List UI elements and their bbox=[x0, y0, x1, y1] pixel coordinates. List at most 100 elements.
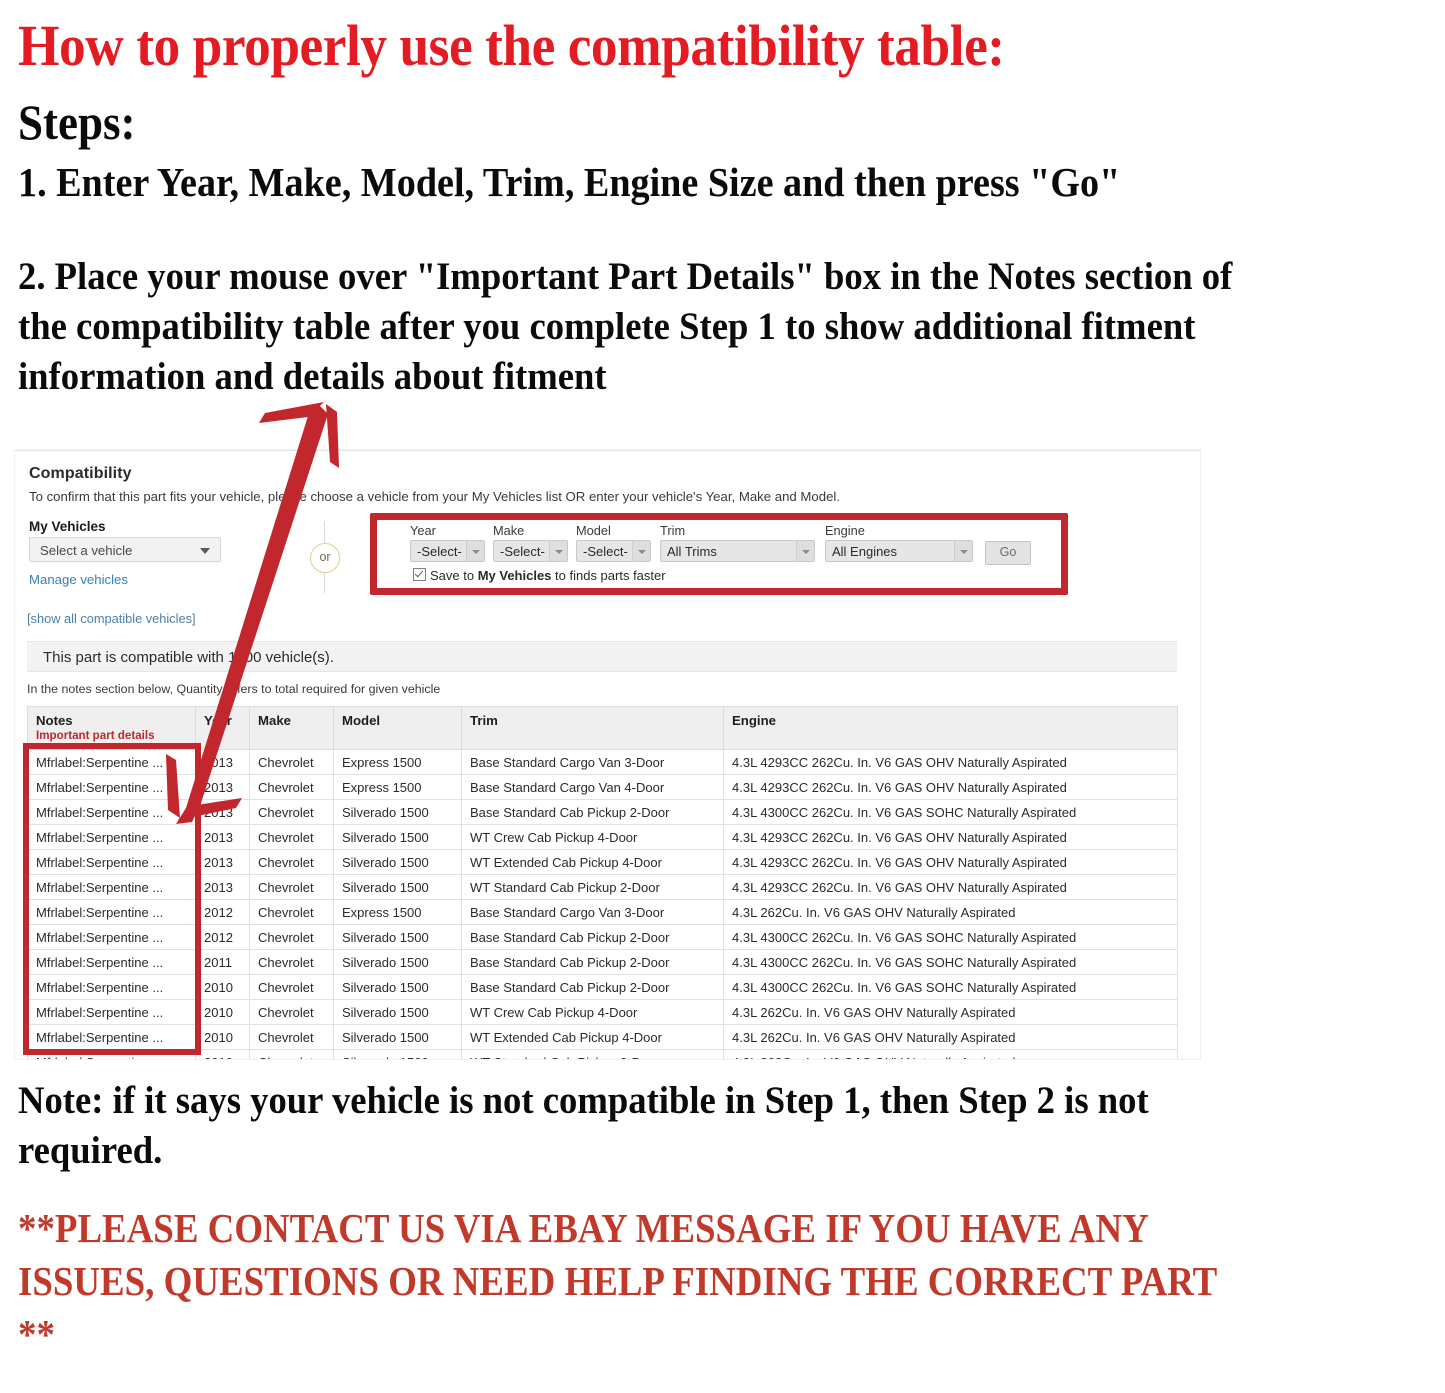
cell-notes: Mfrlabel:Serpentine ... bbox=[27, 824, 196, 850]
fitment-table-body: Mfrlabel:Serpentine ... 2013 Chevrolet Expr… bbox=[27, 749, 1178, 1059]
table-row[interactable]: Mfrlabel:Serpentine ... 2011 Chevrolet Silv… bbox=[27, 949, 1178, 975]
cell-notes: Mfrlabel:Serpentine ... bbox=[27, 1024, 196, 1050]
fitment-table-head: Notes Important part details Year Make M… bbox=[27, 706, 1178, 750]
table-row[interactable]: Mfrlabel:Serpentine ...2010ChevroletSilv… bbox=[27, 999, 1178, 1025]
table-row[interactable]: Mfrlabel:Serpentine ... 2012 Chevrolet Expr… bbox=[27, 899, 1178, 925]
cell-engine: 4.3L 4300CC 262Cu. In. V6 GAS SOHC Natur… bbox=[723, 949, 1178, 975]
table-row[interactable]: Mfrlabel:Serpentine ... 2013 Chevrolet Silv… bbox=[27, 824, 1178, 850]
engine-select-value: All Engines bbox=[832, 544, 898, 559]
cell-engine: 4.3L 4293CC 262Cu. In. V6 GAS OHV Natura… bbox=[723, 874, 1178, 900]
cell-engine: 4.3L 262Cu. In. V6 GAS OHV Naturally Asp… bbox=[723, 899, 1178, 925]
cell-trim: Base Standard Cab Pickup 2-Door bbox=[461, 974, 724, 1000]
column-header-model: Model bbox=[333, 706, 462, 750]
cell-engine: 4.3L 4293CC 262Cu. In. V6 GAS OHV Natura… bbox=[723, 749, 1178, 775]
cell-year: 2012 bbox=[195, 899, 250, 925]
quantity-note: In the notes section below, Quantity ref… bbox=[27, 682, 441, 696]
chevron-down-icon bbox=[549, 541, 567, 561]
chevron-down-icon bbox=[632, 541, 650, 561]
table-header-row: Notes Important part details Year Make M… bbox=[27, 706, 1178, 750]
my-vehicles-label: My Vehicles bbox=[29, 519, 106, 534]
cell-year: 2013 bbox=[195, 749, 250, 775]
trim-label: Trim bbox=[660, 523, 686, 538]
cell-model: Silverado 1500 bbox=[333, 1024, 462, 1050]
cell-year: 2011 bbox=[195, 949, 250, 975]
cell-model: Express 1500 bbox=[333, 774, 462, 800]
engine-field: Engine All Engines bbox=[825, 523, 973, 562]
show-all-compatible-vehicles-link[interactable]: [show all compatible vehicles] bbox=[27, 611, 196, 626]
cell-year: 2010 bbox=[195, 999, 250, 1025]
cell-make: Chevrolet bbox=[249, 924, 334, 950]
model-select[interactable]: -Select- bbox=[576, 540, 651, 562]
table-row[interactable]: Mfrlabel:Serpentine ... 2013 Chevrolet Expr… bbox=[27, 774, 1178, 800]
cell-notes: Mfrlabel:Serpentine ... bbox=[27, 974, 196, 1000]
save-prefix-text: Save to bbox=[430, 568, 478, 583]
cell-year: 2013 bbox=[195, 774, 250, 800]
steps-label: Steps: bbox=[18, 94, 136, 150]
cell-make: Chevrolet bbox=[249, 974, 334, 1000]
year-select[interactable]: -Select- bbox=[410, 540, 485, 562]
save-to-my-vehicles-row[interactable]: Save to My Vehicles to finds parts faste… bbox=[413, 568, 666, 583]
cell-engine: 4.3L 4293CC 262Cu. In. V6 GAS OHV Natura… bbox=[723, 774, 1178, 800]
cell-trim: WT Standard Cab Pickup 2-Door bbox=[461, 874, 724, 900]
table-row[interactable]: Mfrlabel:Serpentine ... 2013 Chevrolet Silv… bbox=[27, 799, 1178, 825]
make-select-value: -Select- bbox=[500, 544, 545, 559]
cell-make: Chevrolet bbox=[249, 849, 334, 875]
table-row[interactable]: Mfrlabel:Serpentine ...2010ChevroletSilv… bbox=[27, 1049, 1178, 1059]
important-part-details-label[interactable]: Important part details bbox=[36, 729, 187, 742]
my-vehicles-select-value: Select a vehicle bbox=[40, 543, 133, 558]
cell-model: Silverado 1500 bbox=[333, 924, 462, 950]
trim-select[interactable]: All Trims bbox=[660, 540, 815, 562]
cell-notes: Mfrlabel:Serpentine ... bbox=[27, 899, 196, 925]
cell-notes: Mfrlabel:Serpentine ... bbox=[27, 999, 196, 1025]
table-row[interactable]: Mfrlabel:Serpentine ... 2013 Chevrolet Expr… bbox=[27, 749, 1178, 775]
make-select[interactable]: -Select- bbox=[493, 540, 568, 562]
column-header-engine: Engine bbox=[723, 706, 1178, 750]
column-header-notes: Notes Important part details bbox=[27, 706, 196, 750]
cell-engine: 4.3L 4300CC 262Cu. In. V6 GAS SOHC Natur… bbox=[723, 974, 1178, 1000]
make-field: Make -Select- bbox=[493, 523, 568, 562]
step-two-text: 2. Place your mouse over "Important Part… bbox=[18, 255, 1233, 398]
chevron-down-icon bbox=[954, 541, 972, 561]
compatibility-banner: This part is compatible with 1000 vehicl… bbox=[27, 641, 1177, 672]
cell-notes: Mfrlabel:Serpentine ... bbox=[27, 799, 196, 825]
cell-make: Chevrolet bbox=[249, 749, 334, 775]
cell-engine: 4.3L 4300CC 262Cu. In. V6 GAS SOHC Natur… bbox=[723, 799, 1178, 825]
cell-trim: Base Standard Cab Pickup 2-Door bbox=[461, 924, 724, 950]
cell-engine: 4.3L 4293CC 262Cu. In. V6 GAS OHV Natura… bbox=[723, 824, 1178, 850]
table-row[interactable]: Mfrlabel:Serpentine ...2010ChevroletSilv… bbox=[27, 1024, 1178, 1050]
cell-year: 2013 bbox=[195, 799, 250, 825]
cell-trim: Base Standard Cab Pickup 2-Door bbox=[461, 799, 724, 825]
cell-notes: Mfrlabel:Serpentine ... bbox=[27, 849, 196, 875]
cell-trim: WT Standard Cab Pickup 2-Door bbox=[461, 1049, 724, 1059]
cell-model: Express 1500 bbox=[333, 899, 462, 925]
step-one-text: 1. Enter Year, Make, Model, Trim, Engine… bbox=[18, 159, 1121, 205]
cell-make: Chevrolet bbox=[249, 799, 334, 825]
column-header-trim: Trim bbox=[461, 706, 724, 750]
cell-trim: Base Standard Cab Pickup 2-Door bbox=[461, 949, 724, 975]
cell-model: Silverado 1500 bbox=[333, 999, 462, 1025]
table-row[interactable]: Mfrlabel:Serpentine ...2010ChevroletSilv… bbox=[27, 974, 1178, 1000]
chevron-down-icon bbox=[200, 548, 210, 554]
table-row[interactable]: Mfrlabel:Serpentine ... 2013 Chevrolet Silv… bbox=[27, 874, 1178, 900]
go-button[interactable]: Go bbox=[985, 541, 1031, 565]
cell-make: Chevrolet bbox=[249, 824, 334, 850]
column-header-make: Make bbox=[249, 706, 334, 750]
cell-make: Chevrolet bbox=[249, 899, 334, 925]
compatibility-subtitle: To confirm that this part fits your vehi… bbox=[29, 489, 840, 504]
cell-engine: 4.3L 262Cu. In. V6 GAS OHV Naturally Asp… bbox=[723, 1024, 1178, 1050]
cell-trim: Base Standard Cargo Van 4-Door bbox=[461, 774, 724, 800]
table-row[interactable]: Mfrlabel:Serpentine ... 2012 Chevrolet Silv… bbox=[27, 924, 1178, 950]
cell-notes: Mfrlabel:Serpentine ... bbox=[27, 1049, 196, 1059]
cell-notes: Mfrlabel:Serpentine ... bbox=[27, 924, 196, 950]
table-row[interactable]: Mfrlabel:Serpentine ... 2013 Chevrolet Silv… bbox=[27, 849, 1178, 875]
save-to-my-vehicles-checkbox[interactable] bbox=[413, 568, 426, 581]
year-label: Year bbox=[410, 523, 436, 538]
manage-vehicles-link[interactable]: Manage vehicles bbox=[29, 572, 128, 587]
compatibility-title: Compatibility bbox=[29, 465, 132, 482]
cell-model: Silverado 1500 bbox=[333, 874, 462, 900]
engine-select[interactable]: All Engines bbox=[825, 540, 973, 562]
my-vehicles-select[interactable]: Select a vehicle bbox=[29, 537, 221, 562]
cell-engine: 4.3L 262Cu. In. V6 GAS OHV Naturally Asp… bbox=[723, 1049, 1178, 1059]
cell-model: Express 1500 bbox=[333, 749, 462, 775]
cell-year: 2013 bbox=[195, 824, 250, 850]
